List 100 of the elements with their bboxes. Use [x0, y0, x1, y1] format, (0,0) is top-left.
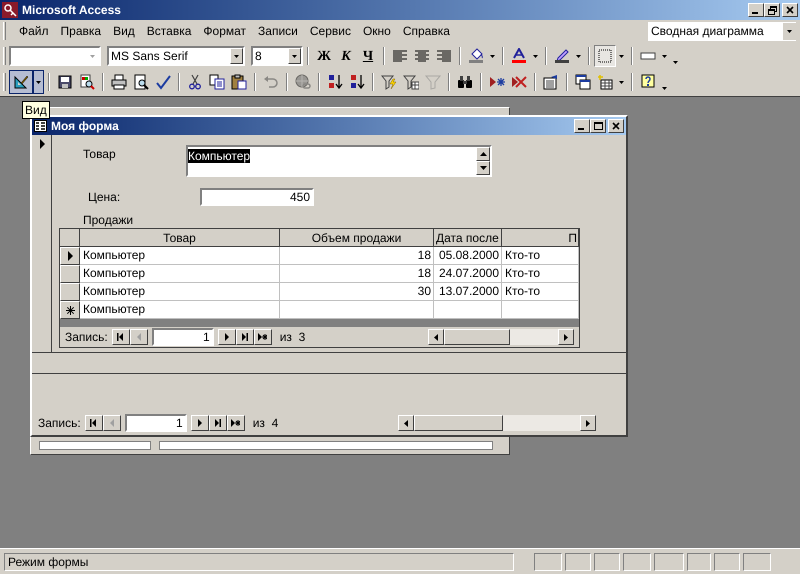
dropdown-arrow-icon: [292, 54, 297, 58]
font-combo[interactable]: MS Sans Serif: [107, 46, 245, 66]
table-cell: Компьютер: [80, 301, 280, 319]
print-preview-icon: [133, 74, 149, 90]
status-panel: [714, 552, 740, 570]
dropdown-arrow-icon: [787, 30, 792, 32]
tooltip: Вид: [22, 101, 50, 119]
status-panel: [623, 552, 651, 570]
first-record-icon: [89, 419, 98, 427]
dropdown-arrow-icon: [576, 54, 581, 58]
menu-item[interactable]: Формат: [197, 22, 252, 40]
close-icon: [786, 6, 794, 14]
menu-item[interactable]: Записи: [252, 22, 304, 40]
close-button[interactable]: [782, 3, 798, 17]
sort-ascending-icon: [327, 74, 343, 90]
window-title: Microsoft Access: [22, 2, 121, 19]
first-record-button[interactable]: [84, 415, 103, 431]
undo-icon: [263, 74, 279, 90]
table-cell: 30: [280, 283, 434, 301]
binoculars-icon: [457, 74, 473, 90]
list-box[interactable]: Компьютер: [186, 145, 492, 177]
close-button[interactable]: [608, 119, 624, 133]
minimize-button[interactable]: [748, 3, 764, 17]
table-cell: Кто-то: [502, 265, 579, 283]
new-record-icon: [489, 74, 505, 90]
align-center-icon: [414, 48, 430, 64]
bold-button[interactable]: Ж: [313, 45, 335, 67]
field-label: Товар: [83, 146, 117, 163]
restore-button[interactable]: [764, 3, 780, 17]
scroll-up-icon: [480, 152, 486, 156]
status-panel: [654, 552, 684, 570]
last-record-button[interactable]: [236, 329, 254, 345]
border-icon: [597, 48, 613, 64]
view-dropdown-button[interactable]: [33, 70, 44, 94]
record-number-field[interactable]: 1: [124, 414, 187, 432]
globe-icon: [295, 74, 311, 90]
first-record-icon: [116, 333, 126, 341]
current-record-icon: [68, 251, 72, 261]
menu-item[interactable]: Файл: [13, 22, 55, 40]
app-key-icon: [2, 2, 18, 18]
align-right-icon: [436, 48, 452, 64]
new-record-icon: [258, 333, 268, 341]
first-record-button[interactable]: [112, 329, 130, 345]
menu-item[interactable]: Справка: [396, 22, 456, 40]
table-cell: Компьютер: [80, 247, 280, 265]
minimize-button[interactable]: [574, 119, 590, 133]
price-field[interactable]: 450: [200, 188, 314, 206]
new-record-button[interactable]: [254, 329, 272, 345]
scroll-right-icon: [564, 334, 568, 340]
close-icon: [612, 122, 620, 130]
view-button[interactable]: [9, 70, 33, 94]
copy-icon: [209, 74, 225, 90]
maximize-button[interactable]: [590, 119, 606, 133]
list-item[interactable]: Компьютер: [188, 149, 250, 163]
font-size-combo[interactable]: 8: [251, 46, 303, 66]
filter-form-icon: [403, 74, 419, 90]
table-cell: 18: [280, 265, 434, 283]
border-button[interactable]: [594, 45, 616, 67]
new-record-icon: [66, 306, 74, 314]
table-cell: [434, 301, 502, 319]
sort-descending-icon: [349, 74, 365, 90]
last-record-button[interactable]: [208, 415, 227, 431]
delete-record-icon: [511, 74, 527, 90]
menu-item[interactable]: Правка: [54, 22, 108, 40]
table-cell: Кто-то: [502, 283, 579, 301]
menu-item[interactable]: Окно: [356, 22, 397, 40]
table-cell: Кто-то: [502, 247, 579, 265]
pivot-chart-combo[interactable]: Сводная диаграмма: [648, 22, 796, 40]
scroll-down-icon: [480, 166, 486, 170]
next-record-button[interactable]: [218, 329, 236, 345]
status-panel: [534, 552, 562, 570]
status-panel: [594, 552, 620, 570]
dropdown-arrow-icon: [490, 54, 495, 58]
pen-icon: [554, 48, 570, 64]
form-icon: [34, 120, 47, 132]
windows-icon: [575, 74, 591, 90]
properties-icon: [543, 74, 559, 90]
toolbar-options-icon: [662, 87, 666, 90]
menu-item[interactable]: Вставка: [140, 22, 198, 40]
checkmark-icon: [155, 74, 171, 90]
font-color-icon: [511, 48, 527, 64]
underline-button[interactable]: Ч: [357, 45, 379, 67]
record-label: Запись:: [38, 415, 81, 432]
maximize-icon: [594, 122, 602, 130]
italic-button[interactable]: К: [335, 45, 357, 67]
record-label: Запись:: [65, 329, 108, 346]
dropdown-arrow-icon: [90, 54, 95, 58]
dropdown-arrow-icon: [36, 80, 41, 84]
scroll-right-icon: [586, 420, 590, 426]
next-record-button[interactable]: [190, 415, 209, 431]
dropdown-arrow-icon: [234, 54, 239, 58]
new-record-button[interactable]: [226, 415, 245, 431]
menu-item[interactable]: Сервис: [304, 22, 357, 40]
menu-item[interactable]: Вид: [107, 22, 141, 40]
horizontal-scrollbar[interactable]: [398, 415, 596, 431]
horizontal-scrollbar[interactable]: [428, 329, 574, 345]
scissors-icon: [187, 74, 203, 90]
record-count: из 3: [280, 329, 306, 346]
current-record-icon: [40, 139, 45, 149]
record-number-field[interactable]: 1: [152, 328, 214, 346]
